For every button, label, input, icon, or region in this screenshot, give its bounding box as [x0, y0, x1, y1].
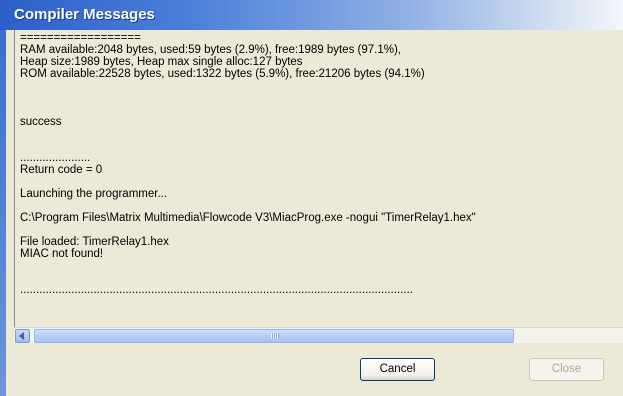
window-title: Compiler Messages [14, 6, 155, 23]
close-button: Close [529, 358, 604, 381]
compiler-messages-window: Compiler Messages ================== RAM… [0, 0, 623, 396]
scroll-left-arrow-icon [19, 332, 24, 340]
title-bar[interactable]: Compiler Messages [0, 0, 623, 30]
horizontal-scrollbar[interactable] [14, 327, 623, 344]
scroll-left-button[interactable] [15, 329, 30, 343]
cancel-button[interactable]: Cancel [360, 358, 435, 381]
compiler-output-area[interactable]: ================== RAM available:2048 by… [14, 30, 623, 327]
thumb-grip-icon [271, 333, 279, 339]
scroll-thumb[interactable] [34, 329, 514, 343]
button-bar: Cancel Close [14, 343, 623, 396]
window-left-border [0, 30, 6, 396]
compiler-output-text: ================== RAM available:2048 by… [20, 32, 476, 296]
